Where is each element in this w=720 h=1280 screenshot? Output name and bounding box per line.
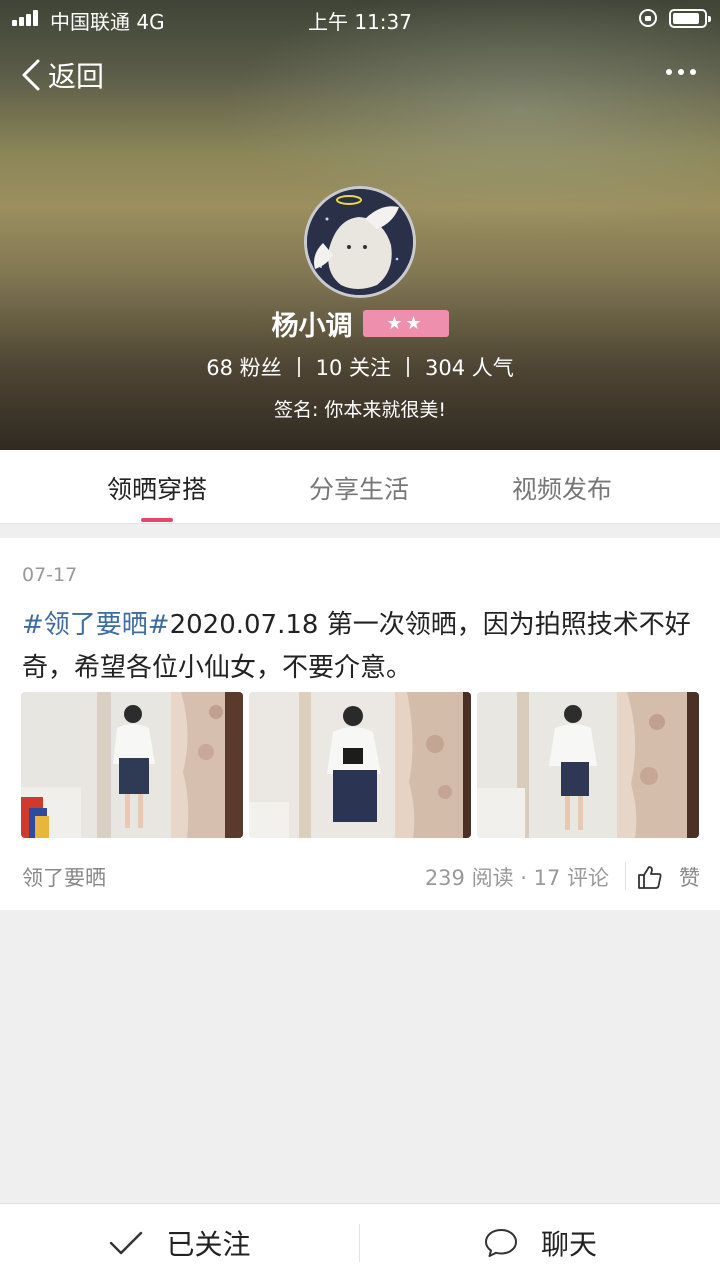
post-photo[interactable] <box>21 692 243 838</box>
post-card[interactable]: 07-17 #领了要晒#2020.07.18 第一次领晒，因为拍照技术不好奇，希… <box>0 538 720 910</box>
username: 杨小调 <box>271 310 353 342</box>
tab-outfit[interactable]: 领晒穿搭 <box>57 470 257 506</box>
status-time: 上午 11:37 <box>308 10 412 34</box>
tab-bar: 领晒穿搭 分享生活 视频发布 <box>0 450 720 524</box>
tab-video[interactable]: 视频发布 <box>462 470 662 506</box>
stats-row: 68 粉丝 10 关注 304 人气 <box>0 350 720 384</box>
follow-label: 已关注 <box>166 1227 251 1261</box>
chevron-left-icon <box>22 59 40 91</box>
battery-icon <box>669 9 711 28</box>
footer-divider <box>625 862 626 890</box>
popularity-count: 304 人气 <box>425 356 514 380</box>
checkmark-icon <box>110 1231 143 1254</box>
rotation-lock-icon <box>639 9 657 27</box>
chat-bubble-icon <box>484 1228 517 1257</box>
navigation-bar: 返回 <box>0 50 720 100</box>
level-badge: ★★ <box>362 309 449 337</box>
post-stats: 239 阅读 · 17 评论 <box>424 866 609 890</box>
stat-divider <box>407 357 410 377</box>
signature: 签名: 你本来就很美! <box>273 399 447 421</box>
post-photo[interactable] <box>249 692 471 838</box>
follow-button[interactable]: 已关注 <box>0 1204 359 1280</box>
post-photo[interactable] <box>477 692 699 838</box>
avatar-image <box>307 189 413 295</box>
post-hashtag[interactable]: #领了要晒# <box>22 610 170 640</box>
thumbs-up-icon <box>638 866 662 889</box>
back-button[interactable]: 返回 <box>20 54 104 96</box>
photo-grid <box>21 692 699 838</box>
like-label: 赞 <box>679 866 700 890</box>
bottom-action-bar: 已关注 聊天 <box>0 1203 720 1280</box>
post-footer: 领了要晒 239 阅读 · 17 评论 赞 <box>0 858 720 898</box>
post-category-tag[interactable]: 领了要晒 <box>22 862 106 892</box>
back-label: 返回 <box>48 60 105 93</box>
post-text: #领了要晒#2020.07.18 第一次领晒，因为拍照技术不好奇，希望各位小仙女… <box>22 604 702 690</box>
chat-button[interactable]: 聊天 <box>360 1204 720 1280</box>
following-count[interactable]: 10 关注 <box>316 352 391 382</box>
profile-header: 中国联通 4G 上午 11:37 返回 杨小调 ★★ 68 粉丝 10 关注 3… <box>0 0 720 450</box>
post-date: 07-17 <box>22 564 78 586</box>
like-button[interactable]: 赞 <box>637 860 700 894</box>
stat-divider <box>297 357 300 377</box>
name-row: 杨小调 ★★ <box>0 303 720 343</box>
status-bar: 中国联通 4G 上午 11:37 <box>0 0 720 38</box>
fans-count[interactable]: 68 粉丝 <box>206 352 281 382</box>
active-tab-indicator <box>141 518 173 522</box>
more-dots-icon <box>666 69 696 75</box>
chat-label: 聊天 <box>540 1227 597 1261</box>
more-button[interactable] <box>664 60 698 84</box>
avatar[interactable] <box>304 186 416 298</box>
tab-life[interactable]: 分享生活 <box>259 470 459 506</box>
